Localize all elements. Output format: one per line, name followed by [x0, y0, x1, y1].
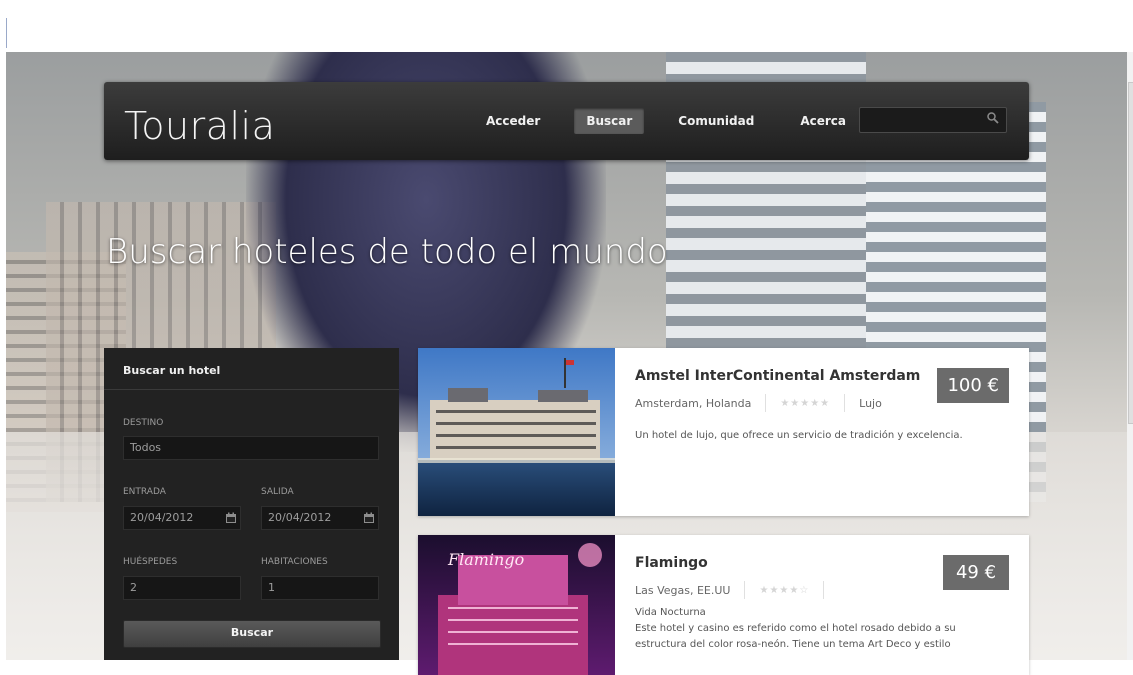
- svg-text:Flamingo: Flamingo: [447, 550, 524, 569]
- hotel-location: Las Vegas, EE.UU: [635, 583, 731, 597]
- nav-acerca[interactable]: Acerca: [788, 108, 858, 134]
- hotel-card[interactable]: Amstel InterContinental Amsterdam Amster…: [418, 348, 1029, 516]
- search-panel-title: Buscar un hotel: [104, 348, 399, 390]
- huespedes-field[interactable]: 2: [123, 576, 241, 600]
- salida-value: 20/04/2012: [268, 511, 332, 524]
- search-input[interactable]: [860, 108, 992, 131]
- destino-field[interactable]: Todos: [123, 436, 379, 460]
- main-nav: Acceder Buscar Comunidad Acerca: [474, 108, 880, 134]
- search-button[interactable]: Buscar: [123, 620, 381, 648]
- star-rating: ★★★★☆: [759, 584, 810, 596]
- nav-buscar[interactable]: Buscar: [574, 108, 645, 134]
- hotel-description: Un hotel de lujo, que ofrece un servicio…: [635, 430, 963, 441]
- brand-logo[interactable]: Touralia: [124, 104, 275, 148]
- calendar-icon[interactable]: [363, 512, 375, 524]
- window-edge: [6, 18, 7, 48]
- page-title: Buscar hoteles de todo el mundo: [106, 232, 668, 272]
- entrada-field[interactable]: 20/04/2012: [123, 506, 241, 530]
- salida-label: SALIDA: [261, 487, 294, 497]
- entrada-value: 20/04/2012: [130, 511, 194, 524]
- hotel-card[interactable]: Flamingo Flamingo Las Vegas, EE.UU ★★★★☆…: [418, 535, 1029, 675]
- calendar-icon[interactable]: [225, 512, 237, 524]
- price-badge: 100 €: [937, 368, 1009, 403]
- hotel-category: Lujo: [859, 396, 882, 410]
- search-panel: Buscar un hotel DESTINO Todos ENTRADA 20…: [104, 348, 399, 660]
- salida-field[interactable]: 20/04/2012: [261, 506, 379, 530]
- hotel-location: Amsterdam, Holanda: [635, 396, 752, 410]
- nav-comunidad[interactable]: Comunidad: [666, 108, 766, 134]
- header-bar: Touralia Acceder Buscar Comunidad Acerca: [104, 82, 1029, 160]
- hotel-photo[interactable]: [418, 348, 615, 516]
- scrollbar-thumb[interactable]: [1128, 82, 1133, 424]
- hotel-category: Vida Nocturna: [635, 607, 706, 618]
- entrada-label: ENTRADA: [123, 487, 166, 497]
- divider: [823, 581, 825, 599]
- search-icon[interactable]: [986, 111, 1000, 125]
- hotel-photo[interactable]: Flamingo: [418, 535, 615, 675]
- nav-acceder[interactable]: Acceder: [474, 108, 552, 134]
- star-rating: ★★★★★: [780, 397, 831, 409]
- hotel-description: Este hotel y casino es referido como el …: [635, 623, 956, 650]
- scrollbar[interactable]: [1126, 52, 1133, 660]
- huespedes-label: HUÉSPEDES: [123, 557, 178, 567]
- destino-label: DESTINO: [123, 418, 164, 428]
- price-badge: 49 €: [943, 555, 1009, 590]
- divider: [844, 394, 846, 412]
- divider: [765, 394, 767, 412]
- header-search: [859, 107, 1007, 133]
- divider: [744, 581, 746, 599]
- habitaciones-label: HABITACIONES: [261, 557, 328, 567]
- habitaciones-field[interactable]: 1: [261, 576, 379, 600]
